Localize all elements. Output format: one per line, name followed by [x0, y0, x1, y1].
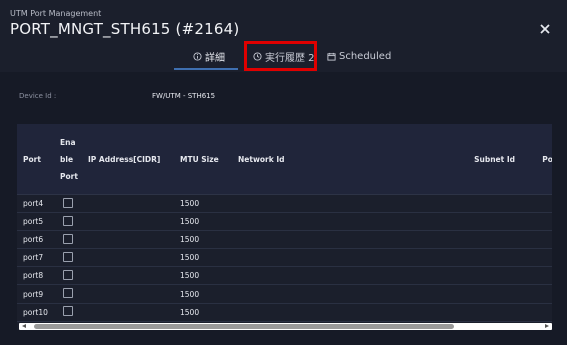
tab-scheduled[interactable]: Scheduled [327, 44, 391, 68]
device-id-label: Device Id : [19, 92, 57, 100]
scroll-right-arrow-icon[interactable] [545, 324, 549, 328]
enable-checkbox[interactable] [63, 288, 73, 299]
cell-ip [82, 248, 174, 268]
close-icon [540, 24, 550, 34]
cell-mtu: 1500 [174, 230, 232, 250]
cell-port-id [521, 248, 552, 268]
column-header-port-id[interactable]: Port Id [521, 124, 552, 195]
table-row: port9 1500 [17, 284, 552, 304]
highlight-box [244, 41, 317, 71]
cell-mtu: 1500 [174, 248, 232, 268]
cell-port-id [521, 230, 552, 250]
modal-subtitle: UTM Port Management [10, 9, 102, 18]
column-header-mtu-size[interactable]: MTU Size [174, 124, 232, 195]
cell-port-id [521, 303, 552, 322]
tab-details[interactable]: 詳細 [193, 44, 225, 68]
cell-network [232, 303, 405, 322]
cell-enable [57, 284, 82, 304]
scroll-left-arrow-icon[interactable] [22, 324, 26, 328]
cell-network [232, 248, 405, 268]
cell-ip [82, 303, 174, 322]
cell-subnet [405, 194, 521, 214]
tab-scheduled-label: Scheduled [339, 50, 392, 62]
cell-port-id [521, 194, 552, 214]
cell-mtu: 1500 [174, 194, 232, 214]
cell-subnet [405, 303, 521, 322]
cell-enable [57, 266, 82, 286]
cell-network [232, 212, 405, 232]
device-id-value: FW/UTM - STH615 [152, 92, 216, 100]
column-header-network-id[interactable]: Network Id [232, 124, 405, 195]
cell-ip [82, 194, 174, 214]
cell-port: port6 [17, 230, 57, 250]
cell-subnet [405, 212, 521, 232]
cell-network [232, 194, 405, 214]
column-header-subnet-id[interactable]: Subnet Id [405, 124, 521, 195]
cell-enable [57, 248, 82, 268]
cell-ip [82, 230, 174, 250]
table-row: port10 1500 [17, 303, 552, 322]
cell-network [232, 266, 405, 286]
cell-subnet [405, 284, 521, 304]
calendar-icon [327, 52, 336, 61]
enable-checkbox[interactable] [63, 269, 73, 280]
cell-network [232, 284, 405, 304]
enable-checkbox[interactable] [63, 251, 73, 262]
modal-title: PORT_MNGT_STH615 (#2164) [10, 20, 240, 38]
cell-port: port7 [17, 248, 57, 268]
cell-ip [82, 212, 174, 232]
cell-port: port4 [17, 194, 57, 214]
table-row: port8 1500 [17, 266, 552, 286]
enable-checkbox[interactable] [63, 215, 73, 226]
cell-mtu: 1500 [174, 303, 232, 322]
cell-network [232, 230, 405, 250]
cell-port: port9 [17, 284, 57, 304]
column-header-port[interactable]: Port [17, 124, 57, 195]
table-header-row: Port Enable Port IP Address[CIDR] MTU Si… [17, 124, 552, 195]
cell-subnet [405, 230, 521, 250]
column-header-enable-port[interactable]: Enable Port [57, 124, 82, 195]
horizontal-scrollbar[interactable] [19, 323, 552, 330]
cell-ip [82, 284, 174, 304]
cell-mtu: 1500 [174, 266, 232, 286]
cell-port: port8 [17, 266, 57, 286]
table-row: port6 1500 [17, 230, 552, 250]
enable-checkbox[interactable] [63, 197, 73, 208]
cell-subnet [405, 266, 521, 286]
cell-enable [57, 194, 82, 214]
cell-mtu: 1500 [174, 284, 232, 304]
enable-checkbox[interactable] [63, 306, 73, 317]
info-icon [193, 51, 202, 61]
cell-enable [57, 303, 82, 322]
cell-port: port10 [17, 303, 57, 322]
cell-ip [82, 266, 174, 286]
cell-enable [57, 230, 82, 250]
tab-details-label: 詳細 [205, 52, 225, 64]
close-button[interactable] [536, 20, 554, 38]
enable-checkbox[interactable] [63, 233, 73, 244]
ports-table-container: Port Enable Port IP Address[CIDR] MTU Si… [17, 124, 552, 330]
cell-port-id [521, 284, 552, 304]
cell-enable [57, 212, 82, 232]
table-row: port5 1500 [17, 212, 552, 232]
cell-port-id [521, 212, 552, 232]
ports-table: Port Enable Port IP Address[CIDR] MTU Si… [17, 124, 552, 322]
active-tab-indicator [174, 68, 238, 70]
cell-subnet [405, 248, 521, 268]
scrollbar-thumb[interactable] [34, 324, 454, 329]
table-row: port4 1500 [17, 194, 552, 214]
cell-mtu: 1500 [174, 212, 232, 232]
cell-port-id [521, 266, 552, 286]
table-row: port7 1500 [17, 248, 552, 268]
cell-port: port5 [17, 212, 57, 232]
column-header-ip-address[interactable]: IP Address[CIDR] [82, 124, 174, 195]
